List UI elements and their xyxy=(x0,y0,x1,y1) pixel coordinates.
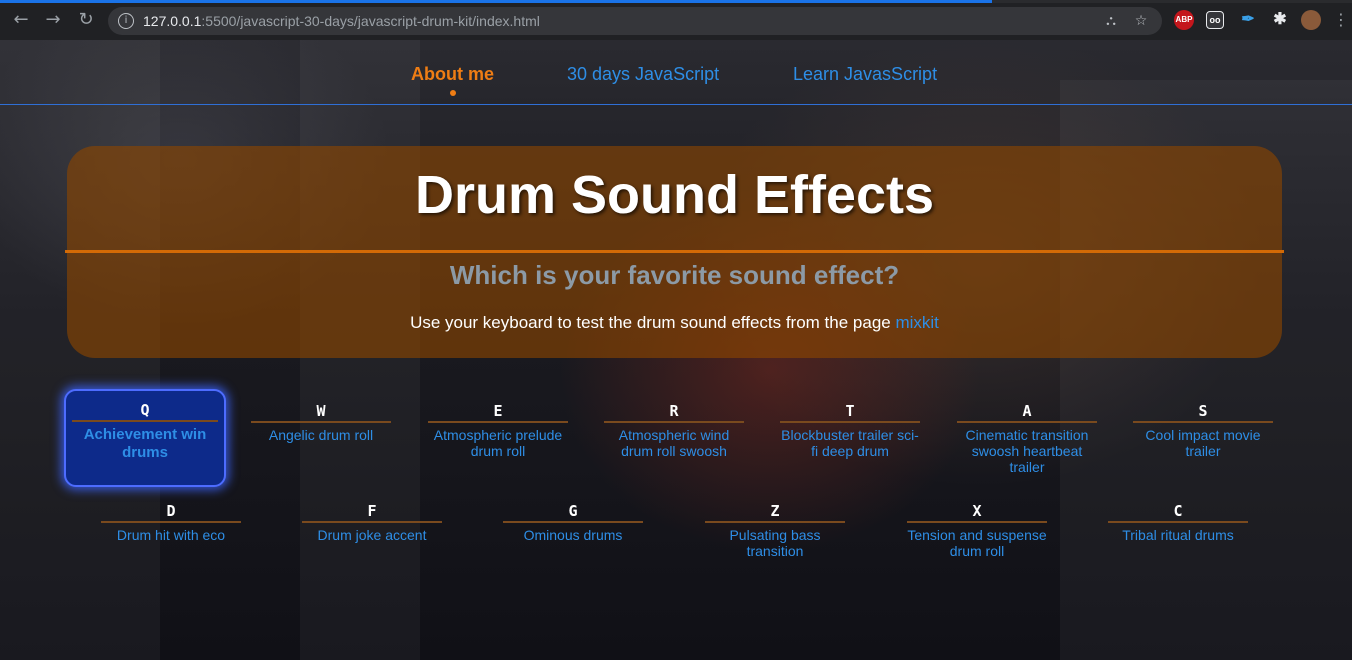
sound-label: Cool impact movie trailer xyxy=(1145,427,1261,459)
back-icon[interactable]: ← xyxy=(10,9,32,31)
sound-label: Tension and suspense drum roll xyxy=(907,527,1047,559)
key-letter: A xyxy=(1022,402,1032,420)
tab-strip-edge xyxy=(0,0,1352,3)
sound-label: Drum hit with eco xyxy=(116,527,226,543)
drum-key-a[interactable]: A Cinematic transition swoosh heartbeat … xyxy=(957,401,1097,475)
key-letter: Z xyxy=(770,502,780,520)
drum-key-e[interactable]: E Atmospheric prelude drum roll xyxy=(428,401,568,459)
sound-label: Tribal ritual drums xyxy=(1122,527,1234,543)
key-divider xyxy=(1108,521,1248,523)
address-bar[interactable]: i 127.0.0.1:5500/javascript-30-days/java… xyxy=(108,7,1162,35)
nav-about-me[interactable]: About me xyxy=(411,64,494,85)
translate-icon[interactable]: ⛬ xyxy=(1102,12,1120,30)
page-background: About me 30 days JavaScript Learn JavasS… xyxy=(0,40,1352,660)
drum-key-w[interactable]: W Angelic drum roll xyxy=(251,401,391,443)
key-letter: G xyxy=(568,502,578,520)
page-title: Drum Sound Effects xyxy=(414,165,935,225)
key-letter: F xyxy=(367,502,377,520)
extensions-puzzle-icon[interactable]: ✱ xyxy=(1270,10,1290,30)
reload-icon[interactable]: ↻ xyxy=(75,9,97,31)
key-divider xyxy=(72,420,218,422)
sound-label: Ominous drums xyxy=(523,527,623,543)
instructions-body: Use your keyboard to test the drum sound… xyxy=(410,313,896,332)
instructions-text: Use your keyboard to test the drum sound… xyxy=(67,313,1282,333)
key-letter: R xyxy=(669,402,679,420)
key-divider xyxy=(604,421,744,423)
drum-key-d[interactable]: D Drum hit with eco xyxy=(101,501,241,543)
mixkit-link[interactable]: mixkit xyxy=(895,313,938,332)
sound-label: Blockbuster trailer sci-fi deep drum xyxy=(781,427,919,459)
hero-panel: Drum Sound Effects Which is your favorit… xyxy=(65,146,1284,358)
sound-label: Atmospheric prelude drum roll xyxy=(433,427,563,459)
extension-feather-icon[interactable]: ✒ xyxy=(1238,10,1258,30)
key-letter: W xyxy=(316,402,326,420)
sound-label: Atmospheric wind drum roll swoosh xyxy=(618,427,730,459)
key-divider xyxy=(907,521,1047,523)
key-letter: D xyxy=(166,502,176,520)
extension-glasses-icon[interactable]: oo xyxy=(1206,11,1224,29)
browser-toolbar: ← → ↻ i 127.0.0.1:5500/javascript-30-day… xyxy=(0,0,1352,40)
drum-key-q[interactable]: Q Achievement win drums xyxy=(64,389,226,487)
key-divider xyxy=(101,521,241,523)
key-divider xyxy=(705,521,845,523)
sound-label: Angelic drum roll xyxy=(268,427,374,443)
key-letter: T xyxy=(845,402,855,420)
drum-key-x[interactable]: X Tension and suspense drum roll xyxy=(907,501,1047,559)
sound-label: Pulsating bass transition xyxy=(729,527,821,559)
url-path: :5500/javascript-30-days/javascript-drum… xyxy=(201,13,540,29)
drum-key-f[interactable]: F Drum joke accent xyxy=(302,501,442,543)
drum-key-c[interactable]: C Tribal ritual drums xyxy=(1108,501,1248,543)
page-subtitle: Which is your favorite sound effect? xyxy=(449,260,900,290)
key-letter: E xyxy=(493,402,503,420)
drum-key-r[interactable]: R Atmospheric wind drum roll swoosh xyxy=(604,401,744,459)
menu-kebab-icon[interactable]: ⋮ xyxy=(1333,9,1349,31)
drum-key-t[interactable]: T Blockbuster trailer sci-fi deep drum xyxy=(780,401,920,459)
nav-learn-javascript[interactable]: Learn JavasScript xyxy=(793,64,937,85)
sound-label: Cinematic transition swoosh heartbeat tr… xyxy=(965,427,1089,475)
key-divider xyxy=(302,521,442,523)
active-nav-indicator xyxy=(450,90,456,96)
forward-icon[interactable]: → xyxy=(42,9,64,31)
key-divider xyxy=(1133,421,1273,423)
title-divider xyxy=(65,250,1284,253)
key-letter: S xyxy=(1198,402,1208,420)
key-divider xyxy=(780,421,920,423)
key-letter: C xyxy=(1173,502,1183,520)
sound-label: Drum joke accent xyxy=(317,527,427,543)
adblock-plus-icon[interactable]: ABP xyxy=(1174,10,1194,30)
top-navigation: About me 30 days JavaScript Learn JavasS… xyxy=(0,40,1352,105)
key-letter: Q xyxy=(140,401,150,419)
key-divider xyxy=(428,421,568,423)
drum-key-g[interactable]: G Ominous drums xyxy=(503,501,643,543)
key-divider xyxy=(957,421,1097,423)
drum-key-s[interactable]: S Cool impact movie trailer xyxy=(1133,401,1273,459)
bookmark-star-icon[interactable]: ☆ xyxy=(1132,12,1150,30)
site-info-icon[interactable]: i xyxy=(118,13,134,29)
nav-30-days-javascript[interactable]: 30 days JavaScript xyxy=(567,64,719,85)
sound-label: Achievement win drums xyxy=(83,426,207,461)
profile-avatar[interactable] xyxy=(1301,10,1321,30)
url-text[interactable]: 127.0.0.1:5500/javascript-30-days/javasc… xyxy=(143,13,540,29)
drum-key-z[interactable]: Z Pulsating bass transition xyxy=(705,501,845,559)
key-letter: X xyxy=(972,502,982,520)
key-divider xyxy=(251,421,391,423)
key-divider xyxy=(503,521,643,523)
url-host: 127.0.0.1 xyxy=(143,13,202,29)
